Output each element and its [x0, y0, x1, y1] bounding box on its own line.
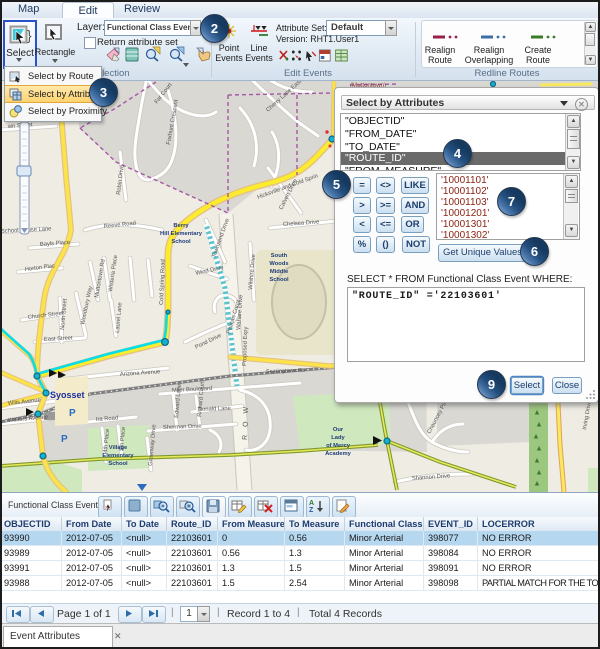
svg-text:Hill Elementary: Hill Elementary — [160, 231, 203, 237]
svg-text:Academy: Academy — [325, 451, 352, 457]
svg-text:Syosset: Syosset — [50, 390, 85, 400]
svg-text:Our: Our — [333, 427, 344, 433]
svg-text:Z: Z — [309, 507, 314, 514]
svg-text:Lady: Lady — [331, 435, 345, 441]
svg-text:P: P — [61, 434, 68, 445]
svg-text:Elementary: Elementary — [102, 453, 134, 459]
svg-text:South: South — [271, 253, 288, 259]
svg-text:School: School — [108, 461, 128, 467]
svg-text:Middle: Middle — [270, 269, 289, 275]
svg-text:Village: Village — [109, 445, 128, 451]
svg-text:R O W: R O W — [242, 404, 250, 440]
svg-text:A: A — [309, 500, 314, 507]
svg-text:Woods: Woods — [269, 261, 288, 267]
svg-text:P: P — [69, 408, 76, 419]
svg-text:}: } — [27, 27, 32, 43]
svg-text:Berry: Berry — [173, 223, 189, 229]
svg-text:School: School — [269, 277, 289, 283]
svg-text:of Mercy: of Mercy — [326, 443, 351, 449]
svg-text:School: School — [171, 239, 191, 245]
